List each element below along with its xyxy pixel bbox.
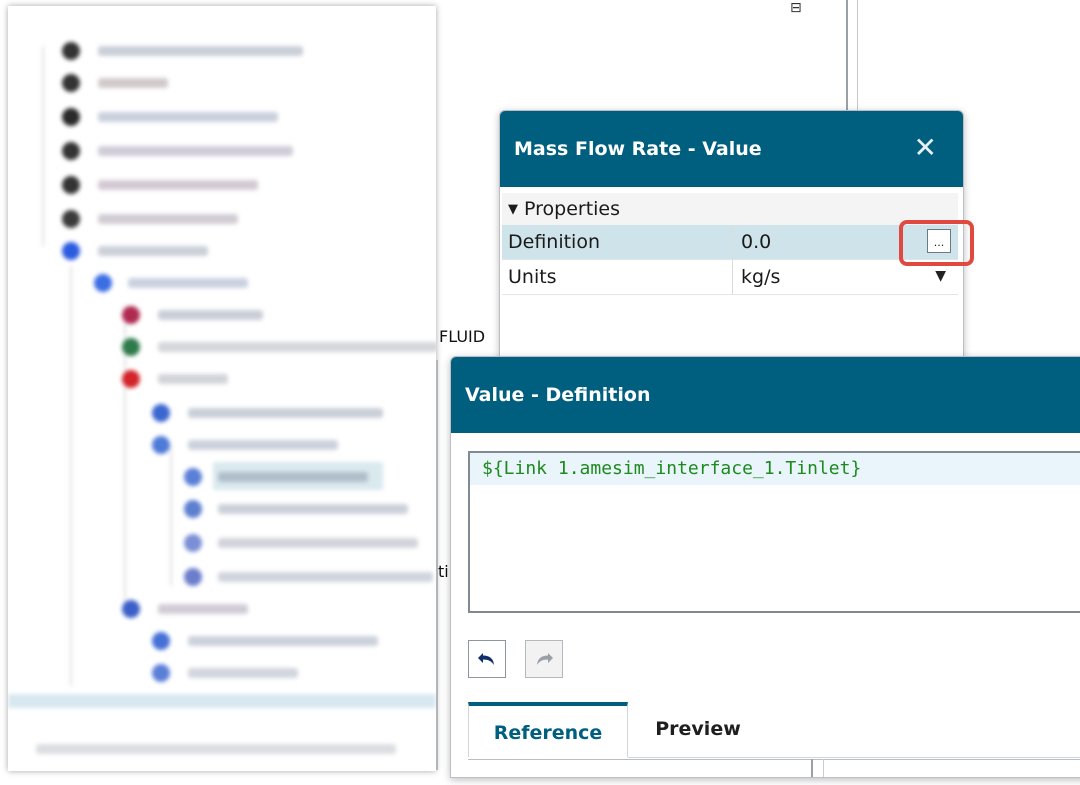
property-row-definition[interactable]: Definition 0.0 ... [502, 225, 958, 260]
dialog-title: Mass Flow Rate - Value [514, 138, 762, 160]
tab-bar: Reference Preview [468, 702, 1080, 762]
window-corner-icon: ⊟ [790, 0, 802, 16]
tab-preview[interactable]: Preview [638, 702, 758, 757]
properties-group-header[interactable]: ▼ Properties [502, 193, 958, 225]
property-grid: ▼ Properties Definition 0.0 ... Units kg… [502, 193, 958, 295]
expression-text[interactable]: ${Link 1.amesim_interface_1.Tinlet} [470, 453, 1080, 485]
tree-panel [8, 6, 436, 771]
property-row-units[interactable]: Units kg/s ▼ [502, 260, 958, 295]
tab-reference[interactable]: Reference [468, 702, 628, 757]
background-fluid-label: FLUID [439, 327, 486, 346]
mass-flow-rate-dialog: Mass Flow Rate - Value ✕ ▼ Properties De… [499, 110, 964, 372]
reference-panel [468, 759, 1080, 777]
dialog-title: Value - Definition [465, 384, 651, 406]
undo-icon [478, 653, 494, 665]
tree-rows [8, 6, 436, 771]
dialog-title-bar[interactable]: Value - Definition [451, 357, 1080, 433]
close-icon[interactable]: ✕ [914, 133, 937, 163]
redo-button[interactable] [525, 640, 563, 678]
collapse-triangle-icon[interactable]: ▼ [508, 202, 518, 217]
property-name: Units [508, 266, 557, 288]
background-splitter [846, 0, 848, 110]
highlight-annotation [899, 220, 974, 266]
background-splitter [857, 0, 858, 110]
background-ti-label: ti [438, 562, 449, 581]
dialog-title-bar[interactable]: Mass Flow Rate - Value ✕ [500, 111, 963, 187]
value-definition-dialog: Value - Definition ${Link 1.amesim_inter… [450, 356, 1080, 778]
undo-button[interactable] [468, 640, 506, 678]
panel-splitter[interactable] [811, 759, 813, 777]
tab-divider [628, 757, 1080, 758]
redo-icon [537, 653, 553, 665]
property-name: Definition [508, 231, 601, 253]
expression-editor[interactable]: ${Link 1.amesim_interface_1.Tinlet} [468, 451, 1080, 613]
panel-splitter[interactable] [823, 759, 824, 777]
properties-group-label: Properties [524, 198, 621, 220]
chevron-down-icon[interactable]: ▼ [935, 268, 946, 284]
